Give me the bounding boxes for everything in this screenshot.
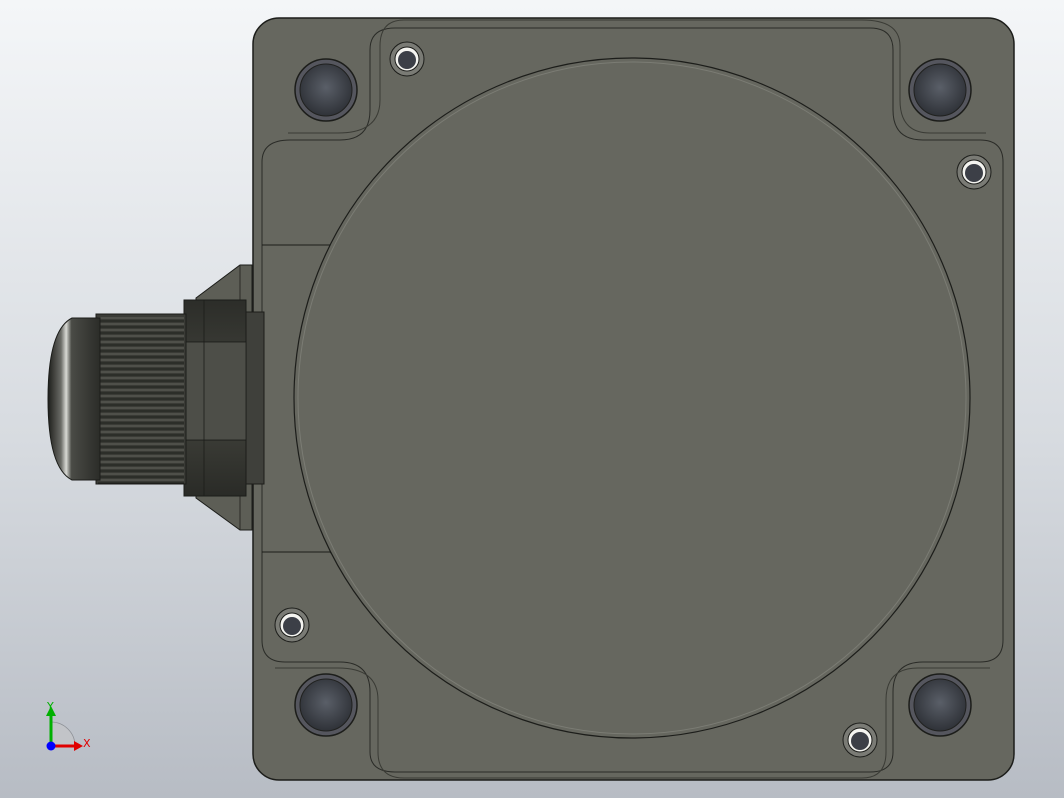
mounting-hole-top-left: [294, 58, 358, 122]
cover-screw-3: [274, 607, 310, 643]
model-view[interactable]: Y X: [0, 0, 1064, 798]
x-axis-label: X: [83, 737, 91, 750]
coordinate-triad: Y X: [46, 700, 91, 751]
cover-screw-2: [956, 154, 992, 190]
x-axis-arrow: [74, 741, 83, 751]
graphics-viewport[interactable]: Y X: [0, 0, 1064, 798]
cable-gland: [47, 299, 265, 497]
cover-screw-1: [389, 41, 425, 77]
triad-plane: [50, 721, 76, 747]
sensing-face: [293, 57, 971, 739]
cover-screw-4: [842, 722, 878, 758]
z-axis-dot: [46, 741, 56, 751]
y-axis-label: Y: [46, 700, 54, 713]
mounting-hole-top-right: [908, 58, 972, 122]
mounting-hole-bottom-right: [908, 673, 972, 737]
mounting-hole-bottom-left: [294, 673, 358, 737]
